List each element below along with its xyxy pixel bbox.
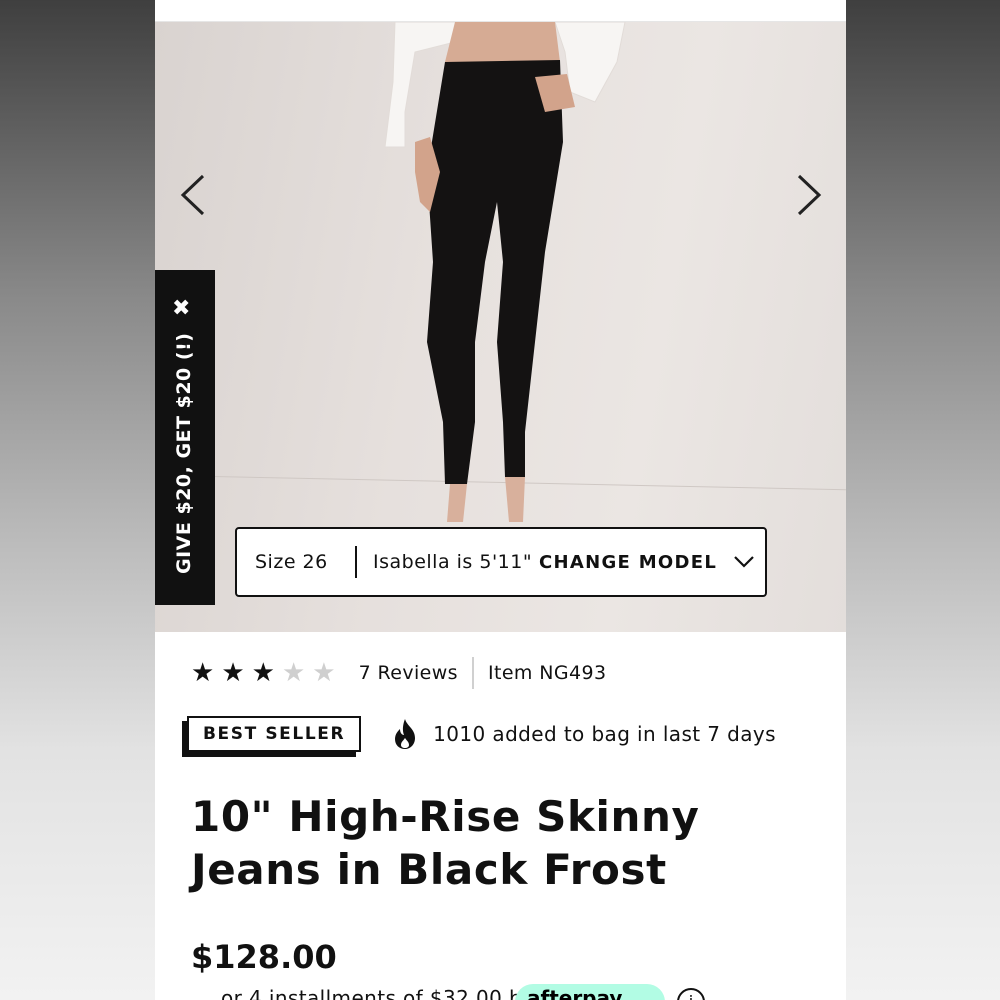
item-number: Item NG493 (487, 662, 607, 684)
info-icon[interactable]: i (677, 988, 705, 1000)
chevron-right-icon (797, 174, 822, 216)
gallery-next-button[interactable] (791, 170, 831, 220)
reviews-link[interactable]: 7 Reviews (359, 662, 458, 684)
product-price: $128.00 (191, 938, 337, 976)
model-fit-bar: Size 26 Isabella is 5'11" CHANGE MODEL (235, 527, 767, 597)
chevron-left-icon (180, 174, 205, 216)
rating-divider (471, 657, 474, 689)
change-model-label: CHANGE MODEL (539, 551, 718, 573)
badge-row: BEST SELLER 1010 added to bag in last 7 … (187, 716, 776, 752)
star-empty-icon: ★ (312, 658, 336, 688)
product-info: ★ ★ ★ ★ ★ 7 Reviews Item NG493 BEST SELL… (155, 632, 846, 1000)
model-size-label: Size 26 (255, 551, 328, 573)
background-right (846, 0, 1000, 1000)
product-page: Size 26 Isabella is 5'11" CHANGE MODEL ✖… (155, 0, 846, 1000)
chevron-down-icon (734, 556, 754, 568)
referral-promo-tab[interactable]: ✖ GIVE $20, GET $20 (!) (155, 270, 215, 605)
star-filled-icon: ★ (191, 658, 215, 688)
gallery-prev-button[interactable] (173, 170, 213, 220)
referral-promo-text: GIVE $20, GET $20 (!) (173, 332, 195, 574)
star-filled-icon: ★ (251, 658, 275, 688)
social-proof-text: 1010 added to bag in last 7 days (433, 722, 776, 746)
product-title: 10" High-Rise Skinny Jeans in Black Fros… (191, 792, 700, 894)
flame-icon (395, 719, 416, 749)
best-seller-badge: BEST SELLER (187, 716, 362, 752)
star-filled-icon: ★ (221, 658, 245, 688)
background-left (0, 0, 155, 1000)
installments-text: or 4 installments of $32.00 by (221, 986, 535, 1000)
change-model-button[interactable]: CHANGE MODEL (539, 552, 755, 573)
close-icon[interactable]: ✖ (172, 296, 190, 321)
model-height-label: Isabella is 5'11" (373, 551, 533, 573)
rating-row: ★ ★ ★ ★ ★ 7 Reviews Item NG493 (191, 657, 607, 689)
star-empty-icon: ★ (281, 658, 306, 688)
fit-bar-divider (355, 546, 357, 578)
afterpay-badge[interactable]: afterpay (515, 984, 665, 1000)
top-header-strip (155, 0, 846, 22)
product-image-gallery[interactable]: Size 26 Isabella is 5'11" CHANGE MODEL (155, 22, 846, 632)
